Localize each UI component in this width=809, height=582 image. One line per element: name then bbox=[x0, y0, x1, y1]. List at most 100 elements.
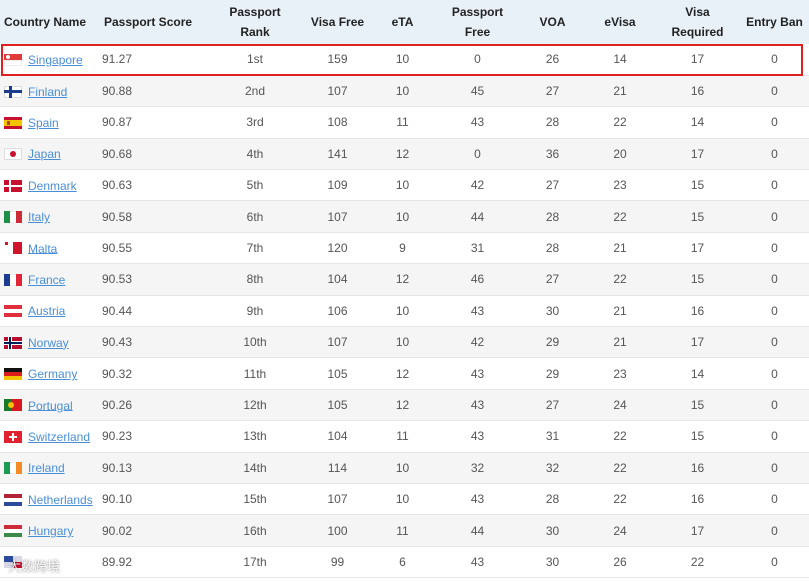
passport-free-cell: 31 bbox=[470, 241, 485, 256]
header-passport-free[interactable]: Passport Free bbox=[435, 0, 520, 44]
passport-free-cell: 43 bbox=[470, 366, 485, 381]
country-cell: Japan bbox=[0, 138, 100, 169]
denmark-flag-icon bbox=[4, 179, 22, 192]
header-passport-rank[interactable]: Passport Rank bbox=[205, 0, 305, 44]
passport-free-cell: 46 bbox=[470, 272, 485, 287]
eta-cell: 10 bbox=[395, 460, 410, 475]
country-link[interactable]: Finland bbox=[28, 85, 67, 99]
country-cell: Netherlands bbox=[0, 483, 100, 514]
header-visa-free[interactable]: Visa Free bbox=[305, 0, 370, 44]
header-visa-required[interactable]: Visa Required bbox=[655, 0, 740, 44]
evisa-cell: 24 bbox=[613, 397, 627, 412]
score-cell: 90.13 bbox=[102, 460, 133, 475]
header-country[interactable]: Country Name bbox=[0, 0, 100, 44]
country-link[interactable]: Netherlands bbox=[28, 493, 93, 507]
visa-free-cell: 106 bbox=[327, 303, 348, 318]
eta-cell: 11 bbox=[396, 429, 409, 444]
voa-cell: 27 bbox=[545, 397, 560, 412]
country-link[interactable]: Hungary bbox=[28, 524, 73, 538]
evisa-cell: 21 bbox=[613, 84, 627, 99]
entry-ban-cell: 0 bbox=[771, 209, 778, 224]
evisa-cell: 23 bbox=[613, 178, 627, 193]
country-cell: Austria bbox=[0, 295, 100, 326]
rank-cell: 9th bbox=[246, 303, 264, 318]
header-row: Country Name Passport Score Passport Rank… bbox=[0, 0, 809, 44]
country-link[interactable]: Denmark bbox=[28, 179, 77, 193]
italy-flag-icon bbox=[4, 211, 22, 224]
country-cell: Finland bbox=[0, 75, 100, 106]
japan-flag-icon bbox=[4, 148, 22, 161]
header-pf-line1: Passport bbox=[451, 5, 504, 19]
rank-cell: 8th bbox=[246, 272, 264, 287]
unknown-flag-icon bbox=[4, 556, 22, 569]
passport-free-cell: 43 bbox=[470, 429, 485, 444]
eta-cell: 10 bbox=[395, 84, 410, 99]
visa-free-cell: 159 bbox=[327, 52, 348, 67]
country-cell: Spain bbox=[0, 107, 100, 138]
voa-cell: 32 bbox=[545, 460, 560, 475]
country-cell: Germany bbox=[0, 358, 100, 389]
evisa-cell: 21 bbox=[613, 335, 627, 350]
header-entry-ban[interactable]: Entry Ban bbox=[740, 0, 809, 44]
rank-cell: 16th bbox=[243, 523, 267, 538]
passport-free-cell: 43 bbox=[470, 397, 485, 412]
visa-required-cell: 17 bbox=[690, 335, 705, 350]
passport-free-cell: 44 bbox=[470, 523, 485, 538]
country-link[interactable]: Switzerland bbox=[28, 430, 90, 444]
evisa-cell: 20 bbox=[613, 146, 627, 161]
visa-free-cell: 141 bbox=[327, 146, 348, 161]
country-link[interactable]: Malta bbox=[28, 241, 57, 255]
country-cell: France bbox=[0, 264, 100, 295]
rank-cell: 2nd bbox=[244, 84, 266, 99]
evisa-cell: 22 bbox=[613, 272, 627, 287]
entry-ban-cell: 0 bbox=[771, 397, 778, 412]
rank-cell: 7th bbox=[246, 241, 264, 256]
country-link[interactable]: Portugal bbox=[28, 398, 73, 412]
country-link[interactable]: Spain bbox=[28, 116, 59, 130]
country-link[interactable]: Japan bbox=[28, 147, 61, 161]
header-evisa[interactable]: eVisa bbox=[585, 0, 655, 44]
visa-required-cell: 17 bbox=[690, 146, 705, 161]
evisa-cell: 14 bbox=[613, 52, 627, 67]
table-header: Country Name Passport Score Passport Rank… bbox=[0, 0, 809, 44]
header-voa[interactable]: VOA bbox=[520, 0, 585, 44]
rank-cell: 17th bbox=[243, 554, 267, 569]
country-link[interactable]: Italy bbox=[28, 210, 50, 224]
visa-free-cell: 107 bbox=[327, 209, 348, 224]
score-cell: 90.53 bbox=[102, 272, 133, 287]
singapore-flag-icon bbox=[4, 53, 22, 66]
header-eta[interactable]: eTA bbox=[370, 0, 435, 44]
country-link[interactable]: Austria bbox=[28, 304, 65, 318]
rank-cell: 14th bbox=[243, 460, 267, 475]
visa-required-cell: 15 bbox=[690, 272, 705, 287]
country-link[interactable]: Norway bbox=[28, 336, 69, 350]
switzerland-flag-icon bbox=[4, 430, 22, 443]
visa-required-cell: 16 bbox=[690, 84, 705, 99]
voa-cell: 27 bbox=[545, 272, 560, 287]
country-cell: Singapore bbox=[0, 44, 100, 75]
entry-ban-cell: 0 bbox=[771, 335, 778, 350]
rank-cell: 13th bbox=[243, 429, 267, 444]
header-passport-score[interactable]: Passport Score bbox=[100, 0, 205, 44]
eta-cell: 9 bbox=[399, 241, 406, 256]
passport-ranking-table: Country Name Passport Score Passport Rank… bbox=[0, 0, 809, 578]
country-link[interactable]: France bbox=[28, 273, 65, 287]
country-link[interactable]: Germany bbox=[28, 367, 77, 381]
voa-cell: 30 bbox=[545, 523, 560, 538]
visa-required-cell: 15 bbox=[690, 178, 705, 193]
table-row: Singapore 91.27 1st 159 10 0 26 14 17 0 bbox=[0, 44, 809, 76]
score-cell: 89.92 bbox=[102, 554, 133, 569]
table-row: Norway 90.43 10th 107 10 42 29 21 17 0 bbox=[0, 326, 809, 358]
header-vr-line2: Required bbox=[671, 25, 724, 39]
country-cell: Norway bbox=[0, 327, 100, 358]
passport-free-cell: 45 bbox=[470, 84, 485, 99]
visa-required-cell: 16 bbox=[690, 460, 705, 475]
voa-cell: 28 bbox=[545, 209, 560, 224]
norway-flag-icon bbox=[4, 336, 22, 349]
visa-required-cell: 17 bbox=[690, 52, 705, 67]
country-link[interactable]: Singapore bbox=[28, 53, 83, 67]
visa-required-cell: 16 bbox=[690, 492, 705, 507]
passport-free-cell: 42 bbox=[470, 178, 485, 193]
entry-ban-cell: 0 bbox=[771, 241, 778, 256]
country-link[interactable]: Ireland bbox=[28, 461, 65, 475]
